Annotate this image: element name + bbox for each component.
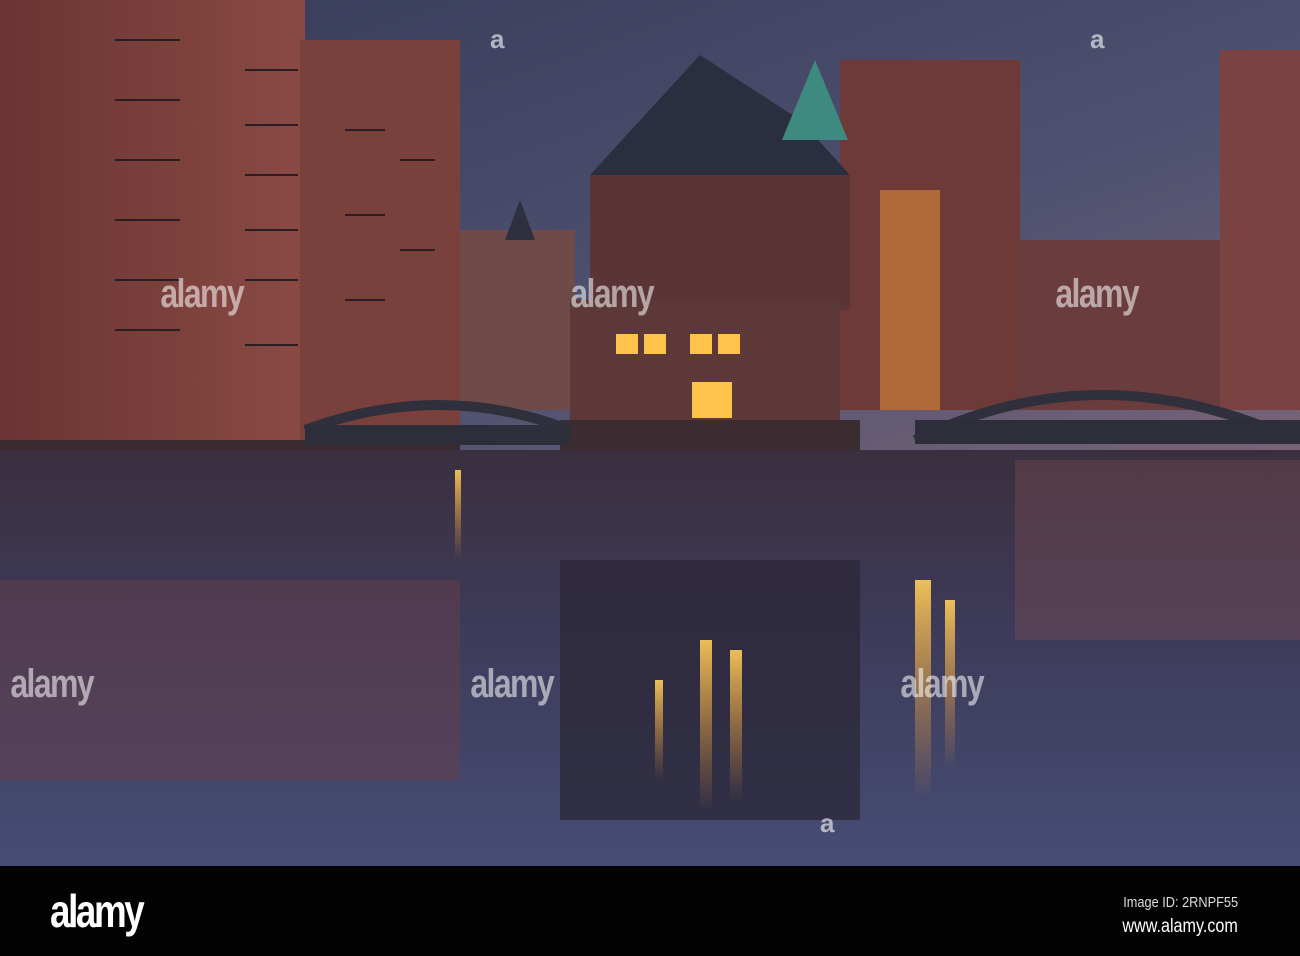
distant-building-right [1015,240,1230,410]
photo-canal-scene [0,0,1300,866]
watermark: alamy [470,662,554,706]
reflection-right [1015,460,1300,640]
image-id: Image ID: 2RNPF55 [1123,894,1238,911]
watermark-mark: a [820,808,835,838]
watermark: alamy [10,662,94,706]
stock-photo-page: alamy alamy alamy alamy alamy alamy a a … [0,0,1300,956]
alamy-logo: alamy [50,885,145,937]
right-warehouse-edge [1220,50,1300,410]
watermark: alamy [570,272,654,316]
watermark: alamy [900,662,984,706]
watermark: alamy [160,272,244,316]
watermark-mark: a [490,24,505,54]
watermark-mark: a [1090,24,1105,54]
lit-facade [880,190,940,410]
distant-building [455,230,575,410]
footer-bar: alamy Image ID: 2RNPF55 www.alamy.com [0,866,1300,956]
watermark: alamy [1055,272,1139,316]
website-link[interactable]: www.alamy.com [1123,916,1238,938]
